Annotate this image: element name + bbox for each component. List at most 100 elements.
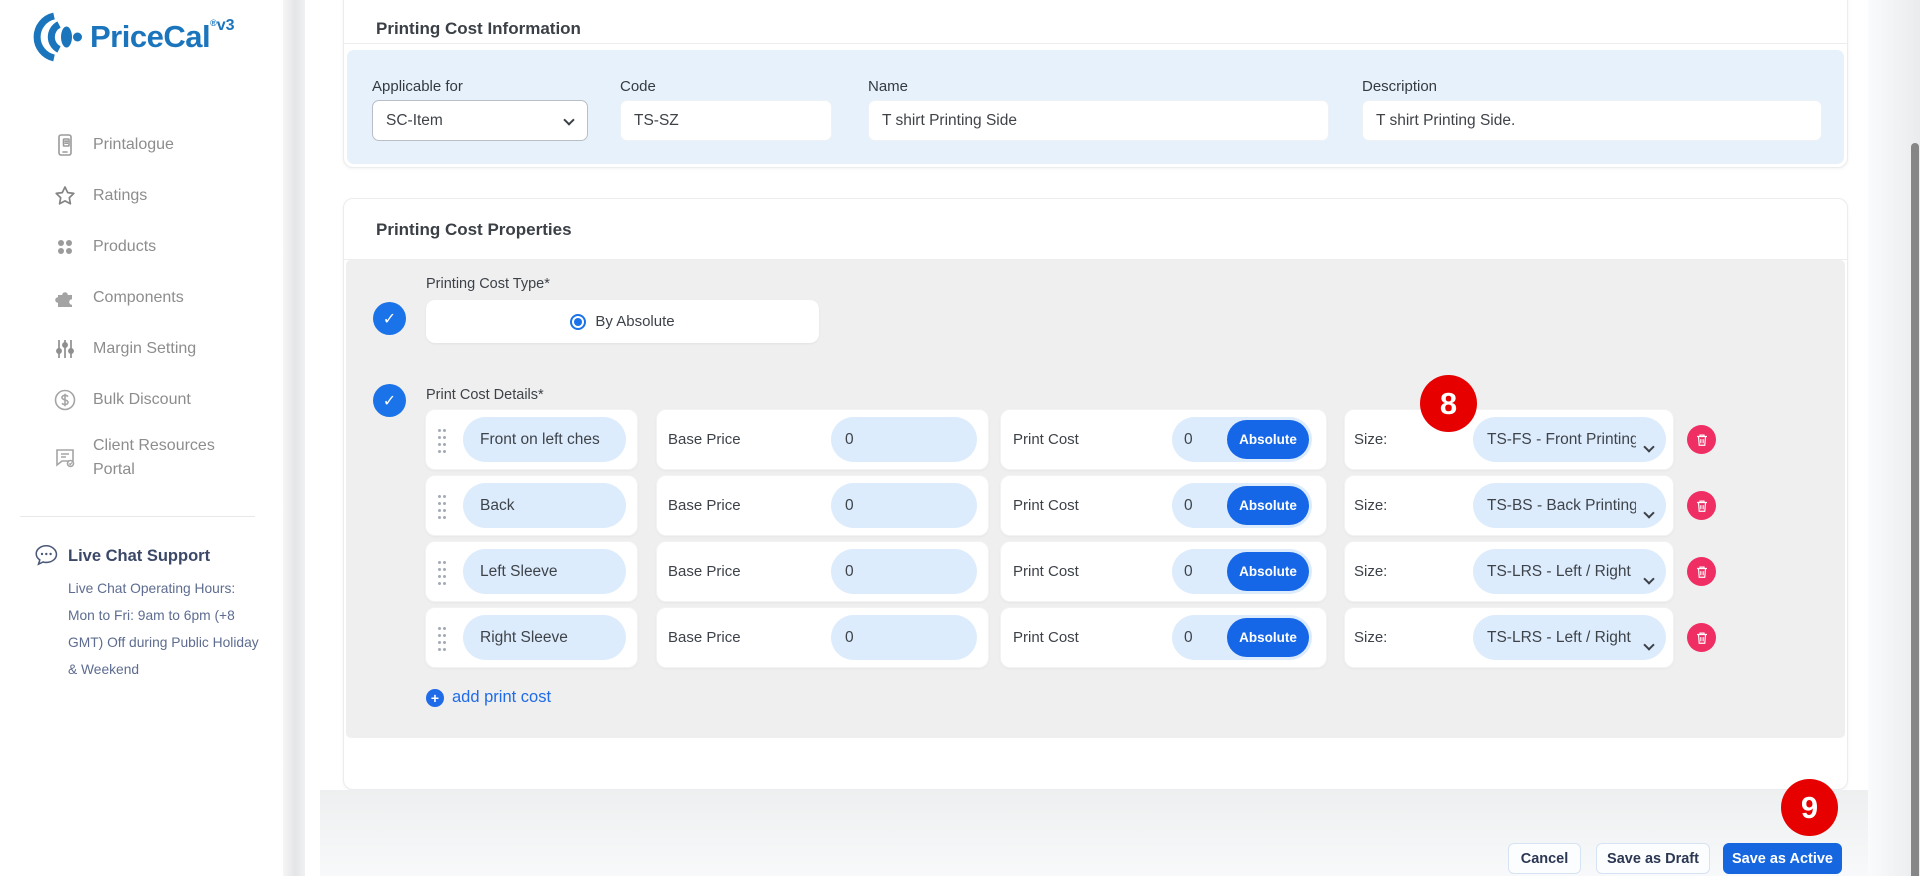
print-cost-card: Print Cost 0 Absolute: [1000, 607, 1327, 668]
absolute-toggle-button[interactable]: Absolute: [1227, 618, 1309, 657]
size-select[interactable]: TS-LRS - Left / Right F: [1473, 615, 1666, 660]
print-cost-input[interactable]: 0 Absolute: [1172, 615, 1312, 660]
sidebar-item-ratings[interactable]: Ratings: [53, 179, 243, 213]
print-details-label: Print Cost Details*: [426, 387, 544, 403]
print-name-input[interactable]: Left Sleeve: [463, 549, 626, 594]
code-input[interactable]: TS-SZ: [620, 100, 832, 141]
print-cost-input[interactable]: 0 Absolute: [1172, 549, 1312, 594]
star-icon: [53, 184, 77, 208]
drag-handle-icon[interactable]: [437, 493, 446, 520]
sidebar-item-label: Printalogue: [93, 133, 174, 157]
print-name-input[interactable]: Right Sleeve: [463, 615, 626, 660]
info-card-divider: [344, 43, 1847, 44]
print-name-card: Right Sleeve: [425, 607, 638, 668]
sidebar-item-printalogue[interactable]: Printalogue: [53, 128, 243, 162]
chevron-down-icon: [1643, 573, 1654, 584]
trash-icon: [1695, 433, 1709, 447]
base-price-input[interactable]: 0: [831, 549, 977, 594]
print-cost-card: Print Cost 0 Absolute: [1000, 475, 1327, 536]
page-scrollbar-thumb[interactable]: [1911, 143, 1919, 876]
by-absolute-radio[interactable]: [570, 314, 586, 330]
size-card: Size: TS-LRS - Left / Right F: [1344, 541, 1674, 602]
drag-handle-icon[interactable]: [437, 427, 446, 454]
delete-row-button[interactable]: [1687, 425, 1716, 454]
delete-row-button[interactable]: [1687, 491, 1716, 520]
step-badge-9: 9: [1781, 779, 1838, 836]
print-cost-row: Left Sleeve Base Price 0 Print Cost 0 Ab…: [0, 541, 1920, 602]
size-select[interactable]: TS-LRS - Left / Right F: [1473, 549, 1666, 594]
sidebar-item-components[interactable]: Components: [53, 281, 243, 315]
trash-icon: [1695, 499, 1709, 513]
trash-icon: [1695, 631, 1709, 645]
print-name-card: Front on left ches: [425, 409, 638, 470]
size-label: Size:: [1354, 410, 1387, 469]
base-price-card: Base Price 0: [656, 607, 989, 668]
base-price-label: Base Price: [668, 608, 741, 667]
delete-row-button[interactable]: [1687, 557, 1716, 586]
print-cost-card: Print Cost 0 Absolute: [1000, 409, 1327, 470]
applicable-for-select[interactable]: SC-Item: [372, 100, 588, 141]
print-cost-input[interactable]: 0 Absolute: [1172, 417, 1312, 462]
printalogue-icon: [53, 133, 77, 157]
cancel-button[interactable]: Cancel: [1508, 843, 1581, 874]
drag-handle-icon[interactable]: [437, 625, 446, 652]
absolute-toggle-button[interactable]: Absolute: [1227, 420, 1309, 459]
print-cost-label: Print Cost: [1013, 410, 1079, 469]
print-cost-row: Back Base Price 0 Print Cost 0 Absolute …: [0, 475, 1920, 536]
cost-type-option-box: By Absolute: [426, 300, 819, 343]
save-as-draft-button[interactable]: Save as Draft: [1596, 843, 1710, 874]
plus-icon: +: [426, 689, 444, 707]
size-label: Size:: [1354, 476, 1387, 535]
size-select[interactable]: TS-FS - Front Printing: [1473, 417, 1666, 462]
chevron-down-icon: [1643, 639, 1654, 650]
applicable-for-value: SC-Item: [386, 112, 443, 130]
logo-wordmark: PriceCal: [90, 10, 210, 64]
drag-handle-icon[interactable]: [437, 559, 446, 586]
base-price-input[interactable]: 0: [831, 483, 977, 528]
code-value: TS-SZ: [634, 112, 679, 130]
size-card: Size: TS-BS - Back Printing: [1344, 475, 1674, 536]
delete-row-button[interactable]: [1687, 623, 1716, 652]
description-label: Description: [1362, 78, 1437, 95]
print-cost-label: Print Cost: [1013, 542, 1079, 601]
name-input[interactable]: T shirt Printing Side: [868, 100, 1329, 141]
name-value: T shirt Printing Side: [882, 112, 1017, 130]
base-price-input[interactable]: 0: [831, 615, 977, 660]
base-price-label: Base Price: [668, 410, 741, 469]
print-name-card: Left Sleeve: [425, 541, 638, 602]
sidebar-item-margin-setting[interactable]: Margin Setting: [53, 332, 243, 366]
trash-icon: [1695, 565, 1709, 579]
sidebar-item-label: Components: [93, 286, 184, 310]
by-absolute-label: By Absolute: [595, 313, 674, 330]
print-name-input[interactable]: Front on left ches: [463, 417, 626, 462]
sidebar-item-label: Margin Setting: [93, 337, 196, 361]
print-cost-row: Right Sleeve Base Price 0 Print Cost 0 A…: [0, 607, 1920, 668]
puzzle-icon: [53, 286, 77, 310]
sidebar-item-products[interactable]: Products: [53, 230, 243, 264]
page: PriceCal ®v3 Printalogue: [0, 0, 1920, 876]
description-input[interactable]: T shirt Printing Side.: [1362, 100, 1822, 141]
info-card-title: Printing Cost Information: [376, 19, 581, 39]
cost-type-check-icon[interactable]: ✓: [373, 302, 406, 335]
add-print-cost-label: add print cost: [452, 688, 551, 707]
chevron-down-icon: [1643, 507, 1654, 518]
absolute-toggle-button[interactable]: Absolute: [1227, 486, 1309, 525]
sliders-icon: [53, 337, 77, 361]
size-card: Size: TS-FS - Front Printing: [1344, 409, 1674, 470]
size-label: Size:: [1354, 542, 1387, 601]
absolute-toggle-button[interactable]: Absolute: [1227, 552, 1309, 591]
add-print-cost-link[interactable]: + add print cost: [426, 688, 551, 707]
print-name-card: Back: [425, 475, 638, 536]
app-logo[interactable]: PriceCal ®v3: [28, 10, 235, 64]
print-cost-input[interactable]: 0 Absolute: [1172, 483, 1312, 528]
cost-type-label: Printing Cost Type*: [426, 276, 550, 292]
base-price-input[interactable]: 0: [831, 417, 977, 462]
properties-card-title: Printing Cost Properties: [376, 220, 572, 240]
print-name-input[interactable]: Back: [463, 483, 626, 528]
save-as-active-button[interactable]: Save as Active: [1723, 843, 1842, 874]
base-price-card: Base Price 0: [656, 541, 989, 602]
size-select[interactable]: TS-BS - Back Printing: [1473, 483, 1666, 528]
print-cost-card: Print Cost 0 Absolute: [1000, 541, 1327, 602]
print-cost-label: Print Cost: [1013, 476, 1079, 535]
base-price-label: Base Price: [668, 542, 741, 601]
